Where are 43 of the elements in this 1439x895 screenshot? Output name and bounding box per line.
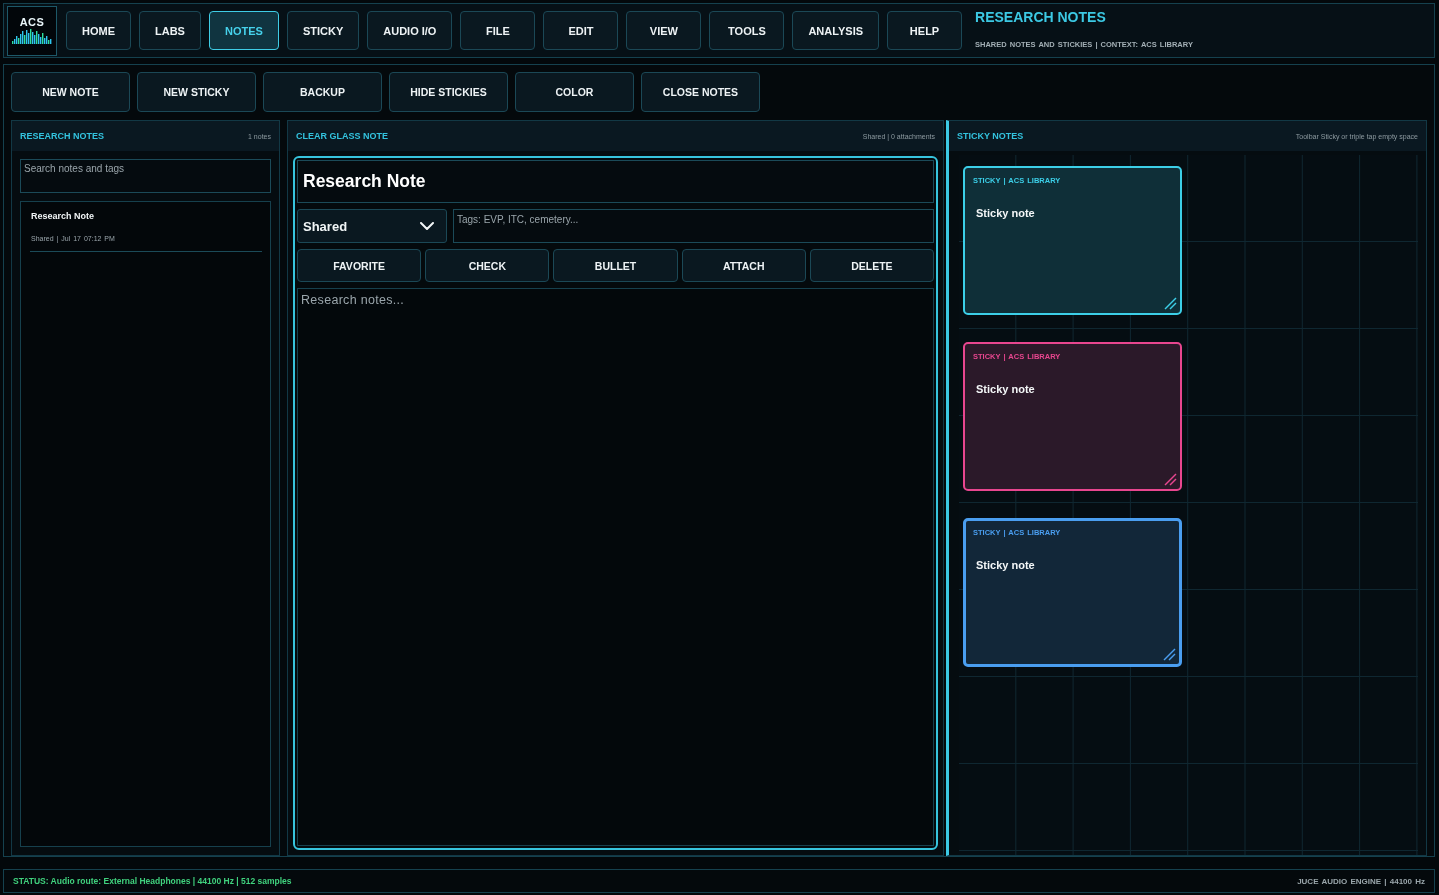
equalizer-icon [12,29,52,44]
panel-title: RESEARCH NOTES [20,131,104,141]
status-text: STATUS: Audio route: External Headphones | 44100 Hz | 512 samples [13,876,292,886]
note-body-field[interactable]: Research notes... [297,288,934,846]
editor-action-button[interactable]: FAVORITE [297,249,422,282]
title-field[interactable]: Research Note [297,160,934,203]
resize-grip-icon[interactable] [1164,297,1177,310]
chevron-down-icon [420,222,434,230]
toolbar-button[interactable]: NEW NOTE [11,72,130,112]
toolbar-button[interactable]: BACKUP [263,72,382,112]
nav-tab[interactable]: EDIT [543,11,619,50]
resize-grip-icon[interactable] [1163,648,1176,661]
nav-tab[interactable]: LABS [139,11,201,50]
toolbar-button[interactable]: COLOR [515,72,634,112]
nav-tab[interactable]: HELP [887,11,963,50]
search-field[interactable]: Search notes and tags [20,159,271,193]
nav-tab[interactable]: HOME [66,11,131,50]
nav-tab[interactable]: VIEW [626,11,702,50]
panel-title: STICKY NOTES [957,131,1024,141]
sticky-text: Sticky note [976,383,1036,395]
editor-action-button[interactable]: BULLET [553,249,678,282]
note-title: Research Note [31,211,96,221]
logo-text: ACS [19,17,45,28]
nav-tab[interactable]: TOOLS [709,11,785,50]
toolbar-button[interactable]: NEW STICKY [137,72,256,112]
nav-tab[interactable]: STICKY [286,11,360,50]
panel-title: CLEAR GLASS NOTE [296,131,388,141]
sticky-text: Sticky note [976,207,1036,219]
page-title: RESEARCH NOTES [975,9,1107,25]
nav-tab[interactable]: FILE [460,11,536,50]
tags-field[interactable]: Tags: EVP, ITC, cemetery... [453,209,934,243]
resize-grip-icon[interactable] [1164,473,1177,486]
editor-action-button[interactable]: CHECK [425,249,550,282]
toolbar-button[interactable]: HIDE STICKIES [389,72,508,112]
nav-tab[interactable]: AUDIO I/O [367,11,453,50]
visibility-select[interactable]: Shared [297,209,447,243]
editor-action-button[interactable]: DELETE [809,249,934,282]
toolbar-button[interactable]: CLOSE NOTES [641,72,760,112]
editor-action-button[interactable]: ATTACH [681,249,806,282]
nav-tab[interactable]: ANALYSIS [792,11,880,50]
engine-info: JUCE AUDIO ENGINE | 44100 Hz [1297,876,1425,886]
sticky-text: Sticky note [976,559,1036,571]
nav-tab[interactable]: NOTES [209,11,279,50]
